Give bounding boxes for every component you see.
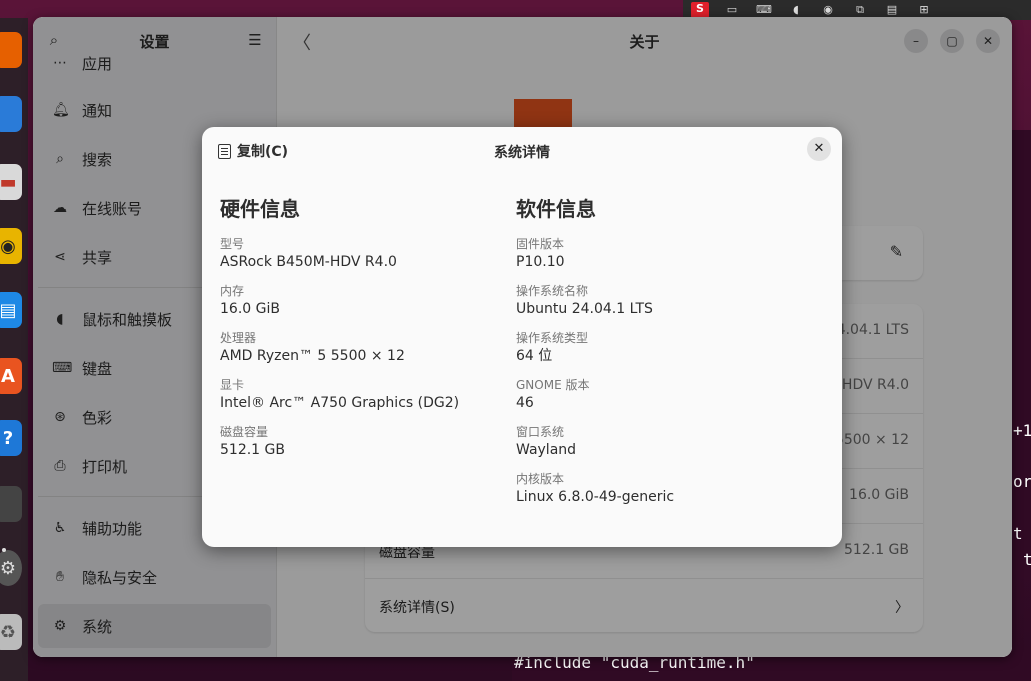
thunderbird-icon[interactable]	[0, 96, 22, 132]
field-key: 显卡	[220, 378, 245, 392]
field-key: 处理器	[220, 331, 257, 345]
keyboard-icon[interactable]: ⌨	[755, 3, 773, 17]
field-value: ASRock B450M-HDV R4.0	[220, 254, 397, 270]
trash-icon[interactable]: ♻	[0, 614, 22, 650]
software-field: 窗口系统 Wayland	[516, 424, 674, 460]
mouse-icon[interactable]: ◖	[787, 3, 805, 17]
firefox-icon[interactable]	[0, 32, 22, 68]
hardware-section: 硬件信息 型号 ASRock B450M-HDV R4.0 内存 16.0 GiB …	[220, 193, 459, 471]
hardware-title: 硬件信息	[220, 197, 300, 221]
terminal-window-edge	[1011, 130, 1031, 570]
file-icon[interactable]: ▤	[883, 3, 901, 17]
hardware-field: 处理器 AMD Ryzen™ 5 5500 × 12	[220, 330, 459, 366]
settings-app-icon[interactable]: ⚙	[0, 550, 22, 586]
field-key: 操作系统名称	[516, 284, 589, 298]
hardware-field: 显卡 Intel® Arc™ A750 Graphics (DG2)	[220, 377, 459, 413]
hardware-field: 磁盘容量 512.1 GB	[220, 424, 459, 460]
field-key: 操作系统类型	[516, 331, 589, 345]
app-center-icon[interactable]: A	[0, 358, 22, 394]
field-key: 型号	[220, 237, 245, 251]
terminal-fragment: +1	[1013, 421, 1031, 440]
field-value: AMD Ryzen™ 5 5500 × 12	[220, 348, 405, 364]
disc-icon[interactable]: ◉	[819, 3, 837, 17]
software-field: 操作系统名称 Ubuntu 24.04.1 LTS	[516, 283, 674, 319]
dialog-title: 系统详情	[494, 145, 550, 161]
writer-icon[interactable]: ▤	[0, 292, 22, 328]
field-value: 64 位	[516, 348, 553, 364]
field-value: Ubuntu 24.04.1 LTS	[516, 301, 653, 317]
terminal-icon[interactable]	[0, 486, 22, 522]
field-value: Intel® Arc™ A750 Graphics (DG2)	[220, 395, 460, 411]
help-icon[interactable]: ?	[0, 420, 22, 456]
terminal-fragment: t	[1023, 550, 1031, 569]
rhythmbox-icon[interactable]: ◉	[0, 228, 22, 264]
field-key: 内核版本	[516, 472, 565, 486]
terminal-fragment: or	[1013, 472, 1031, 491]
field-key: 固件版本	[516, 237, 565, 251]
sogou-input-icon[interactable]: S	[691, 2, 709, 18]
terminal-fragment: t	[1013, 524, 1023, 543]
files-icon[interactable]: ▬	[0, 164, 22, 200]
code-icon[interactable]: ⧉	[851, 3, 869, 17]
software-title: 软件信息	[516, 197, 596, 221]
field-key: 磁盘容量	[220, 425, 269, 439]
dialog-close-button[interactable]: ✕	[807, 137, 831, 161]
hardware-field: 内存 16.0 GiB	[220, 283, 459, 319]
software-field: 内核版本 Linux 6.8.0-49-generic	[516, 471, 674, 507]
software-section: 软件信息 固件版本 P10.10 操作系统名称 Ubuntu 24.04.1 LTS…	[516, 193, 674, 518]
system-details-dialog: 复制(C) 系统详情 ✕ 硬件信息 型号 ASRock B450M-HDV R4.…	[202, 127, 842, 547]
software-field: 固件版本 P10.10	[516, 236, 674, 272]
field-value: Linux 6.8.0-49-generic	[516, 489, 675, 505]
field-key: GNOME 版本	[516, 378, 590, 392]
field-value: 16.0 GiB	[220, 301, 280, 317]
field-value: P10.10	[516, 254, 565, 270]
field-value: 46	[516, 395, 534, 411]
monitor-icon[interactable]: ▭	[723, 3, 741, 17]
dock: ▬ ◉ ▤ A ? ⚙ ♻	[0, 18, 28, 681]
field-key: 窗口系统	[516, 425, 565, 439]
hardware-field: 型号 ASRock B450M-HDV R4.0	[220, 236, 459, 272]
field-key: 内存	[220, 284, 245, 298]
running-indicator	[2, 548, 6, 552]
software-field: GNOME 版本 46	[516, 377, 674, 413]
network-icon[interactable]: ⊞	[915, 3, 933, 17]
software-field: 操作系统类型 64 位	[516, 330, 674, 366]
field-value: 512.1 GB	[220, 442, 285, 458]
field-value: Wayland	[516, 442, 577, 458]
